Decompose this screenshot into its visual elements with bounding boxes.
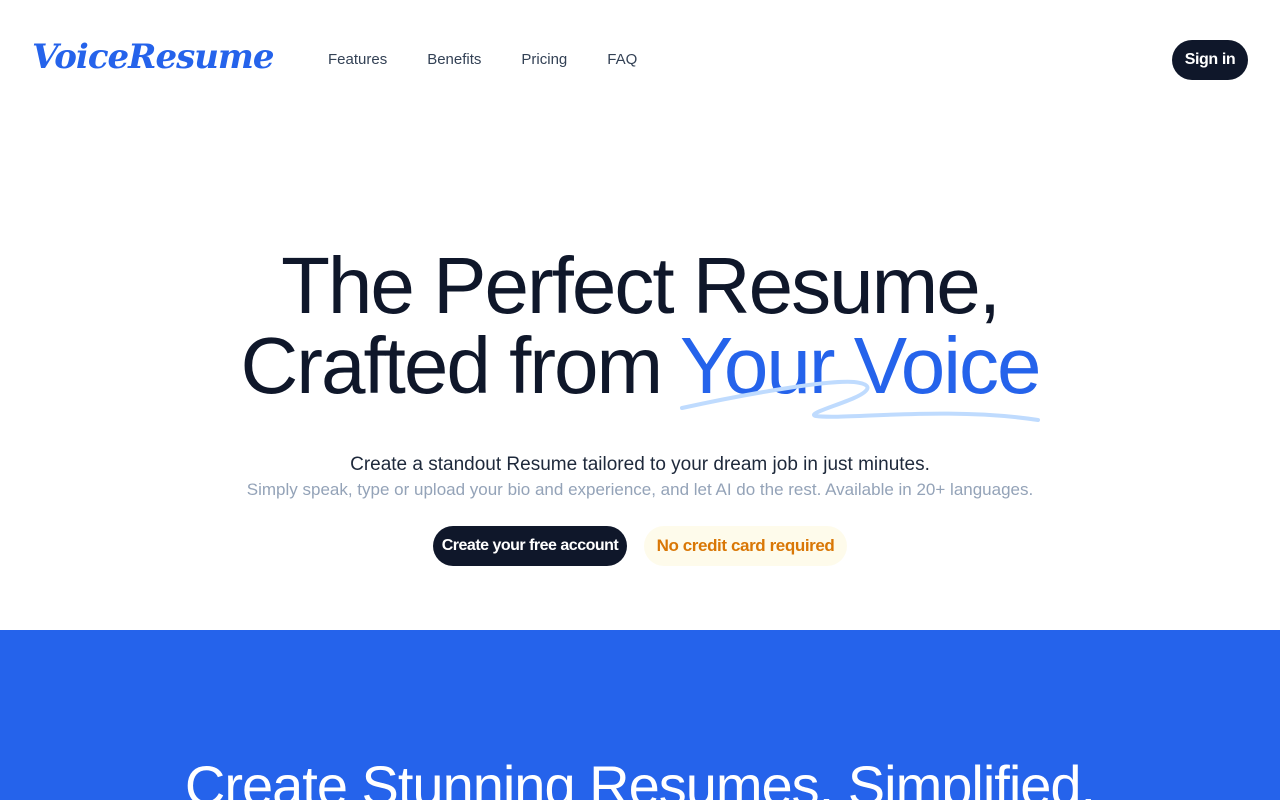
no-credit-card-badge: No credit card required	[644, 526, 847, 566]
hero-title-prefix: Crafted from	[240, 321, 680, 410]
hero-title-line-1: The Perfect Resume,	[281, 241, 1001, 330]
voiceresume-logo[interactable]: VoiceResume	[32, 32, 275, 82]
section-title: Create Stunning Resumes, Simplified.	[184, 754, 1096, 800]
nav-link-benefits[interactable]: Benefits	[427, 50, 481, 70]
sign-in-button[interactable]: Sign in	[1172, 40, 1248, 80]
nav-link-pricing[interactable]: Pricing	[521, 50, 567, 70]
hero-title: The Perfect Resume, Crafted from Your Vo…	[0, 246, 1280, 406]
main-nav: Features Benefits Pricing FAQ	[328, 50, 677, 70]
hero-title-line-2: Crafted from Your Voice	[0, 326, 1280, 406]
hero-description: Simply speak, type or upload your bio an…	[246, 480, 1034, 499]
create-account-button[interactable]: Create your free account	[433, 526, 627, 566]
features-banner: Create Stunning Resumes, Simplified.	[0, 630, 1280, 800]
site-header: VoiceResume Features Benefits Pricing FA…	[0, 0, 1280, 120]
nav-link-faq[interactable]: FAQ	[607, 50, 637, 70]
scribble-underline-icon	[680, 379, 1040, 422]
nav-link-features[interactable]: Features	[328, 50, 387, 70]
hero-subtitle: Create a standout Resume tailored to you…	[350, 454, 930, 475]
